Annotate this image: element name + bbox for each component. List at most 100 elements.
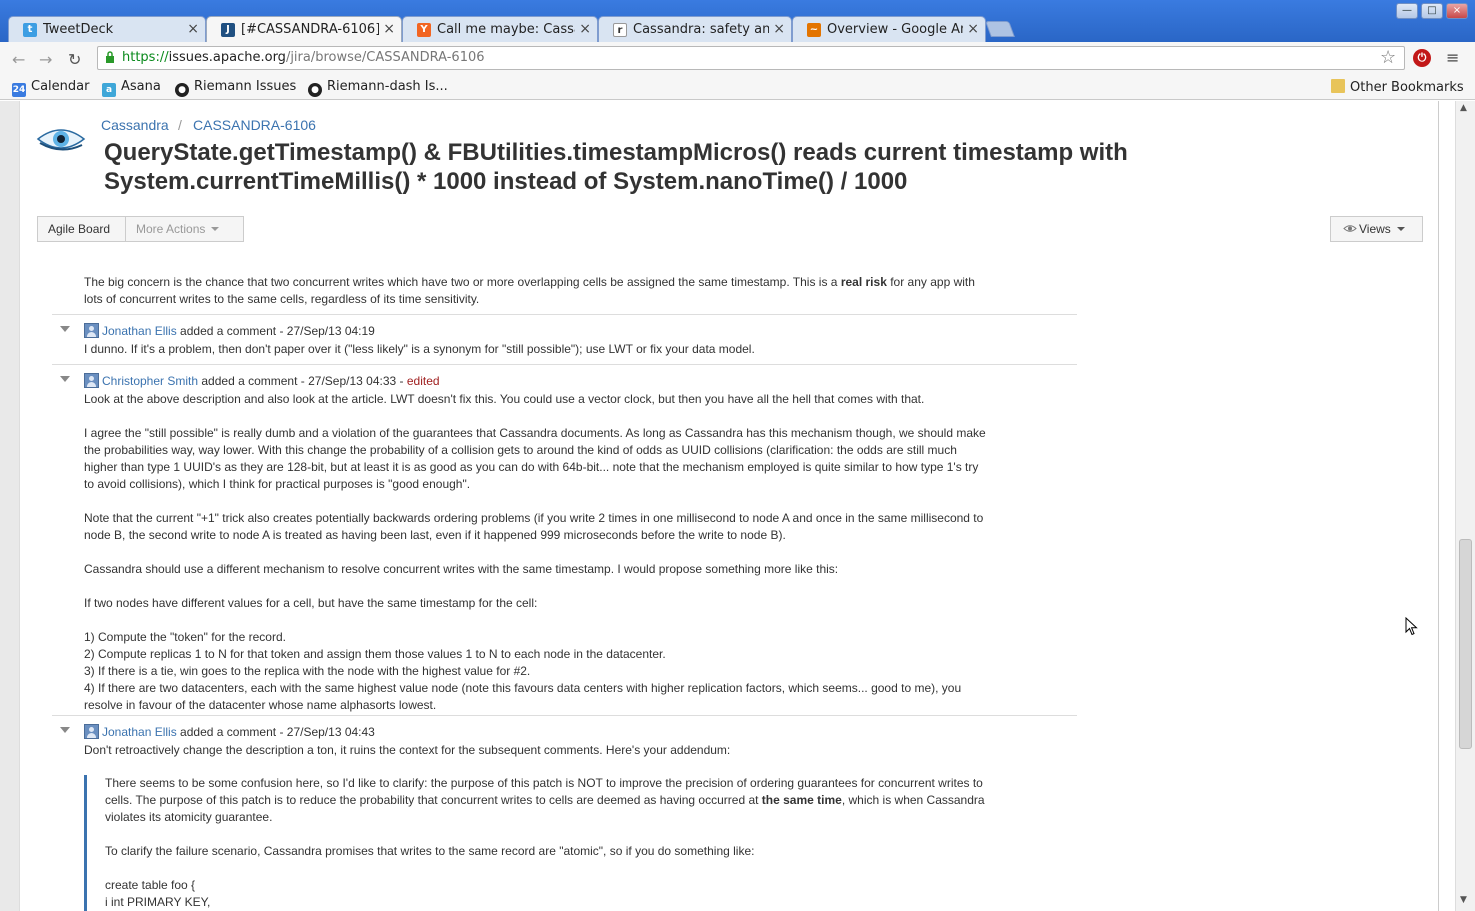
url-host: issues.apache.org (168, 50, 286, 65)
quote-text: There seems to be some confusion here, s… (105, 775, 1075, 911)
reload-icon[interactable]: ↻ (68, 50, 81, 69)
tab-tweetdeck[interactable]: t TweetDeck × (8, 16, 206, 42)
address-bar[interactable]: https://issues.apache.org/jira/browse/CA… (97, 46, 1405, 70)
tab-cassandra-safety[interactable]: r Cassandra: safety and × (598, 16, 792, 42)
avatar (84, 323, 99, 338)
comment-header: Jonathan Ellis added a comment - 27/Sep/… (84, 323, 375, 340)
comment-body: Don't retroactively change the descripti… (84, 742, 1074, 759)
comment-body: Look at the above description and also l… (84, 391, 1074, 714)
eye-icon (1343, 225, 1357, 232)
url-text: https://issues.apache.org/jira/browse/CA… (122, 50, 485, 65)
comment-separator (52, 364, 1077, 365)
scroll-down-icon[interactable]: ▼ (1460, 895, 1467, 905)
bookmark-calendar[interactable]: 24 Calendar (12, 79, 89, 97)
close-icon[interactable]: × (383, 21, 395, 37)
chevron-down-icon (211, 227, 220, 231)
asana-icon: a (102, 83, 116, 97)
issue-title-line2: System.currentTimeMillis() * 1000 instea… (104, 168, 908, 195)
tab-google-analytics[interactable]: ~ Overview - Google Anal × (792, 16, 986, 42)
collapse-toggle-icon[interactable] (60, 326, 70, 332)
avatar (84, 724, 99, 739)
chrome-menu-icon[interactable]: ≡ (1446, 48, 1459, 67)
vertical-scrollbar[interactable]: ▲ ▼ (1455, 101, 1475, 911)
comment-author[interactable]: Jonathan Ellis (102, 725, 177, 739)
agile-board-button[interactable]: Agile Board (37, 216, 126, 242)
reddit-icon: r (613, 23, 627, 37)
edited-link[interactable]: edited (407, 374, 440, 388)
folder-icon (1331, 79, 1345, 93)
maximize-button[interactable]: □ (1421, 3, 1443, 19)
text: higher than type 1 UUID's as they are 12… (84, 460, 979, 474)
bookmark-asana[interactable]: a Asana (102, 79, 161, 97)
comment-body: I dunno. If it's a problem, then don't p… (84, 341, 1074, 358)
url-path: /jira/browse/CASSANDRA-6106 (285, 50, 485, 65)
close-icon[interactable]: × (187, 21, 199, 37)
comment-text: The big concern is the chance that two c… (84, 274, 1074, 308)
comment-header: Jonathan Ellis added a comment - 27/Sep/… (84, 724, 375, 741)
text: Cassandra should use a different mechani… (84, 562, 839, 576)
ycombinator-icon: Y (417, 23, 431, 37)
text: I agree the "still possible" is really d… (84, 426, 986, 440)
collapse-toggle-icon[interactable] (60, 376, 70, 382)
text: The big concern is the chance that two c… (84, 275, 841, 289)
cassandra-eye-icon (36, 129, 86, 151)
tab-cassandra-6106[interactable]: J [#CASSANDRA-6106] Q × (206, 16, 402, 43)
more-actions-button[interactable]: More Actions (125, 216, 244, 242)
other-bookmarks-label: Other Bookmarks (1350, 80, 1464, 95)
text: cells. The purpose of this patch is to r… (105, 793, 762, 807)
list-item: 3) If there is a tie, win goes to the re… (84, 664, 531, 678)
code-line: i int PRIMARY KEY, (105, 895, 211, 909)
text: to avoid collisions), which I think for … (84, 477, 471, 491)
back-icon[interactable]: ← (12, 50, 25, 69)
agile-board-label: Agile Board (48, 222, 111, 236)
close-icon[interactable]: × (579, 21, 591, 37)
text: There seems to be some confusion here, s… (105, 776, 983, 790)
tab-call-me-maybe[interactable]: Y Call me maybe: Cassan × (402, 16, 598, 42)
avatar (84, 373, 99, 388)
github-icon: ● (175, 83, 189, 97)
list-item: resolve in favour of the datacenter whos… (84, 698, 437, 712)
scroll-up-icon[interactable]: ▲ (1460, 103, 1467, 113)
bookmark-star-icon[interactable]: ☆ (1380, 47, 1396, 68)
list-item: 2) Compute replicas 1 to N for that toke… (84, 647, 666, 661)
bookmark-riemann-dash[interactable]: ● Riemann-dash Is... (308, 79, 448, 97)
views-label: Views (1359, 222, 1391, 236)
comment-meta: added a comment - 27/Sep/13 04:43 (176, 725, 375, 739)
scrollbar-thumb[interactable] (1459, 539, 1472, 749)
minimize-button[interactable]: — (1396, 3, 1418, 19)
bold-text: the same time (761, 793, 842, 807)
breadcrumb-issue-key[interactable]: CASSANDRA-6106 (193, 117, 316, 133)
bookmarks-bar: 24 Calendar a Asana ● Riemann Issues ● Riema… (0, 76, 1475, 100)
bookmark-riemann-issues[interactable]: ● Riemann Issues (175, 79, 296, 97)
window-close-button[interactable]: × (1446, 3, 1468, 19)
comment-author[interactable]: Christopher Smith (102, 374, 198, 388)
text: Look at the above description and also l… (84, 392, 925, 406)
forward-icon[interactable]: → (39, 50, 52, 69)
comment-author[interactable]: Jonathan Ellis (102, 324, 177, 338)
url-scheme: https:// (122, 50, 169, 65)
breadcrumb-project[interactable]: Cassandra (101, 117, 169, 133)
content-divider (1438, 101, 1439, 911)
comment-separator (52, 314, 1077, 315)
breadcrumb-separator: / (178, 117, 182, 133)
views-button[interactable]: Views (1330, 216, 1423, 242)
bookmark-label: Riemann Issues (194, 79, 297, 94)
list-item: 1) Compute the "token" for the record. (84, 630, 286, 644)
text: the probabilities way, way lower. With t… (84, 443, 957, 457)
tab-title: Call me maybe: Cassan (437, 22, 575, 37)
other-bookmarks[interactable]: Other Bookmarks (1331, 79, 1464, 95)
text: I dunno. If it's a problem, then don't p… (84, 342, 755, 356)
new-tab-button[interactable] (985, 21, 1015, 37)
comment-separator (52, 715, 1077, 716)
comment-meta: added a comment - 27/Sep/13 04:19 (176, 324, 375, 338)
collapse-toggle-icon[interactable] (60, 727, 70, 733)
twitter-icon: t (23, 23, 37, 37)
text: node B, the second write to node A is tr… (84, 528, 786, 542)
extension-icon[interactable]: ⏻ (1413, 49, 1431, 67)
list-item: 4) If there are two datacenters, each wi… (84, 681, 962, 695)
close-icon[interactable]: × (773, 21, 785, 37)
close-icon[interactable]: × (967, 21, 979, 37)
text: To clarify the failure scenario, Cassand… (105, 844, 755, 858)
more-actions-label: More Actions (136, 222, 206, 236)
issue-title: QueryState.getTimestamp() & FBUtilities.… (104, 138, 1224, 196)
